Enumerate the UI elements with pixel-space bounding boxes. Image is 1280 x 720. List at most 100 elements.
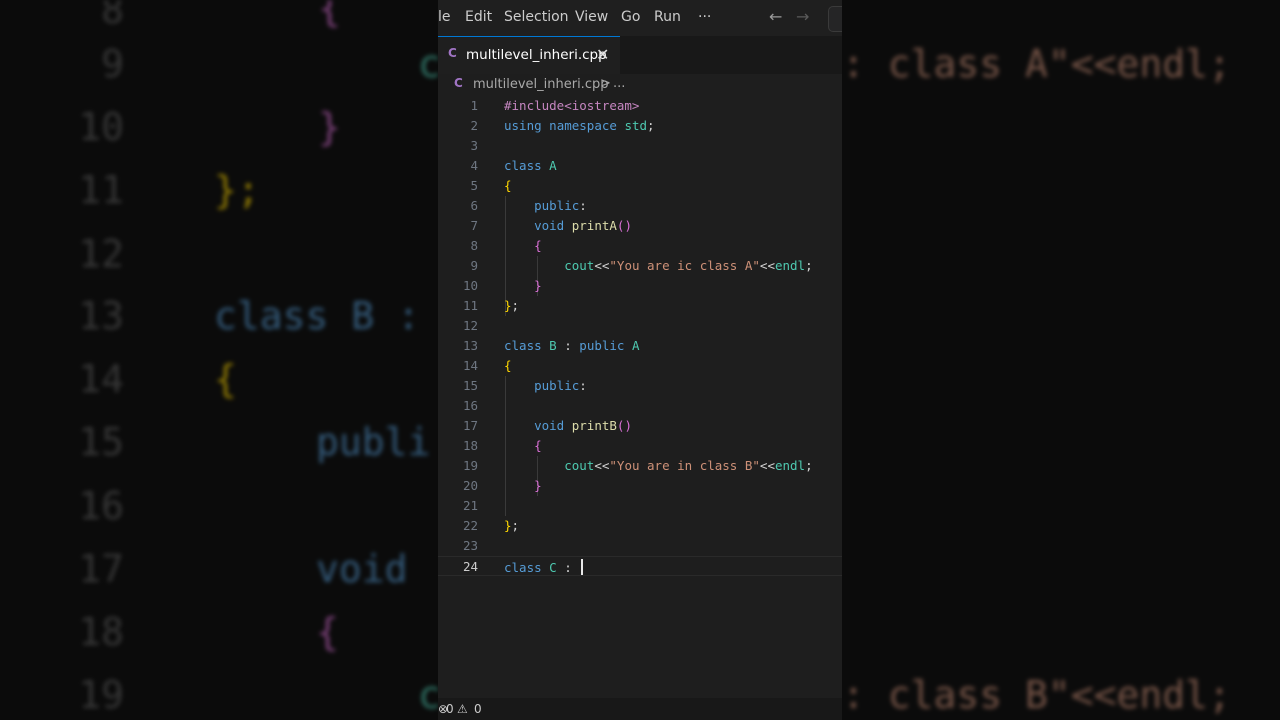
bg-line-number: 9 bbox=[101, 42, 124, 86]
bg-code-fragment: : class B"<<endl; bbox=[842, 673, 1231, 717]
back-arrow-icon[interactable]: ← bbox=[769, 7, 782, 26]
line-text[interactable]: public: bbox=[504, 378, 587, 393]
line-number: 14 bbox=[462, 358, 478, 373]
bg-line-number: 14 bbox=[78, 357, 124, 401]
menu-more[interactable]: ··· bbox=[698, 9, 711, 25]
bg-line-number: 19 bbox=[78, 673, 124, 717]
bg-line-number: 18 bbox=[78, 610, 124, 654]
breadcrumb-file[interactable]: multilevel_inheri.cpp bbox=[473, 77, 608, 92]
error-count[interactable]: 0 bbox=[446, 702, 454, 716]
code-line[interactable]: 17 void printB() bbox=[438, 416, 842, 436]
bg-code-fragment: void bbox=[316, 547, 408, 591]
line-number: 13 bbox=[462, 338, 478, 353]
code-line[interactable]: 19 cout<<"You are in class B"<<endl; bbox=[438, 456, 842, 476]
line-text[interactable]: public: bbox=[504, 198, 587, 213]
breadcrumb-more[interactable]: ... bbox=[613, 76, 625, 91]
close-icon[interactable]: ✕ bbox=[596, 45, 609, 64]
code-line[interactable]: 14 { bbox=[438, 356, 842, 376]
line-number: 24 bbox=[462, 559, 478, 574]
line-text[interactable]: }; bbox=[504, 518, 519, 533]
line-number: 4 bbox=[470, 158, 478, 173]
line-text[interactable]: { bbox=[504, 358, 512, 373]
code-line[interactable]: 21 bbox=[438, 496, 842, 516]
line-text[interactable]: class A bbox=[504, 158, 557, 173]
line-text[interactable]: { bbox=[504, 438, 542, 453]
tab-multilevel-inheri[interactable]: C multilevel_inheri.cpp ✕ bbox=[438, 36, 620, 74]
code-line[interactable]: 9 cout<<"You are ic class A"<<endl; bbox=[438, 256, 842, 276]
bg-code-fragment: : class A"<<endl; bbox=[842, 42, 1231, 86]
code-line[interactable]: 7 void printA() bbox=[438, 216, 842, 236]
code-line[interactable]: 24 class C : bbox=[438, 556, 842, 576]
line-text[interactable]: class C : bbox=[504, 559, 584, 575]
bg-code-fragment: { bbox=[318, 0, 341, 30]
line-number: 9 bbox=[470, 258, 478, 273]
menu-edit[interactable]: Edit bbox=[465, 9, 492, 25]
line-number: 6 bbox=[470, 198, 478, 213]
code-line[interactable]: 23 bbox=[438, 536, 842, 556]
line-text[interactable]: } bbox=[504, 278, 542, 293]
command-center-box[interactable] bbox=[828, 6, 842, 32]
line-text[interactable]: }; bbox=[504, 298, 519, 313]
bg-code-fragment: class B : bbox=[214, 294, 420, 338]
warning-icon[interactable]: ⚠ bbox=[457, 702, 468, 716]
line-number: 22 bbox=[462, 518, 478, 533]
line-text[interactable]: void printB() bbox=[504, 418, 632, 433]
code-line[interactable]: 5{ bbox=[438, 176, 842, 196]
bg-line-number: 11 bbox=[78, 168, 124, 212]
tab-label: multilevel_inheri.cpp bbox=[466, 47, 607, 63]
menu-file[interactable]: le bbox=[438, 9, 451, 25]
line-number: 18 bbox=[462, 438, 478, 453]
bg-code-fragment: } bbox=[318, 105, 341, 149]
code-line[interactable]: 16 bbox=[438, 396, 842, 416]
menu-go[interactable]: Go bbox=[621, 9, 640, 25]
bg-code-fragment: c bbox=[418, 42, 438, 86]
menu-view[interactable]: View bbox=[575, 9, 608, 25]
code-line[interactable]: 12 bbox=[438, 316, 842, 336]
code-line[interactable]: 4 class A bbox=[438, 156, 842, 176]
code-line[interactable]: 8 { bbox=[438, 236, 842, 256]
line-number: 2 bbox=[470, 118, 478, 133]
menu-bar: le Edit Selection View Go Run ··· ← → bbox=[438, 0, 842, 36]
line-number: 23 bbox=[462, 538, 478, 553]
code-line[interactable]: 15 public: bbox=[438, 376, 842, 396]
code-line[interactable]: 1 #include<iostream> bbox=[438, 96, 842, 116]
code-editor[interactable]: 1 #include<iostream> 2 using namespace std;… bbox=[438, 96, 842, 696]
line-text[interactable]: using namespace std; bbox=[504, 118, 655, 133]
line-text[interactable]: class B : public A bbox=[504, 338, 640, 353]
code-line[interactable]: 22}; bbox=[438, 516, 842, 536]
line-text[interactable]: cout<<"You are in class B"<<endl; bbox=[504, 458, 812, 473]
line-number: 3 bbox=[470, 138, 478, 153]
line-text[interactable]: cout<<"You are ic class A"<<endl; bbox=[504, 258, 812, 273]
line-number: 20 bbox=[462, 478, 478, 493]
bg-line-number: 13 bbox=[78, 294, 124, 338]
code-line[interactable]: 11}; bbox=[438, 296, 842, 316]
chevron-right-icon: > bbox=[600, 76, 611, 91]
text-cursor bbox=[581, 559, 584, 575]
line-number: 16 bbox=[462, 398, 478, 413]
code-line[interactable]: 3 bbox=[438, 136, 842, 156]
code-line[interactable]: 10 } bbox=[438, 276, 842, 296]
line-number: 21 bbox=[462, 498, 478, 513]
bg-code-fragment: c bbox=[418, 673, 438, 717]
line-text[interactable]: #include<iostream> bbox=[504, 98, 639, 113]
warning-count[interactable]: 0 bbox=[474, 702, 482, 716]
breadcrumb: C multilevel_inheri.cpp > ... bbox=[438, 74, 842, 96]
cpp-file-icon: C bbox=[454, 76, 463, 90]
tab-bar: C multilevel_inheri.cpp ✕ bbox=[438, 36, 842, 74]
line-text[interactable]: { bbox=[504, 238, 542, 253]
bg-code-fragment: { bbox=[214, 357, 237, 401]
code-line[interactable]: 18 { bbox=[438, 436, 842, 456]
line-text[interactable]: void printA() bbox=[504, 218, 632, 233]
line-number: 19 bbox=[462, 458, 478, 473]
cpp-file-icon: C bbox=[448, 46, 457, 60]
code-line[interactable]: 20 } bbox=[438, 476, 842, 496]
menu-run[interactable]: Run bbox=[654, 9, 681, 25]
code-line[interactable]: 13 class B : public A bbox=[438, 336, 842, 356]
line-text[interactable]: } bbox=[504, 478, 542, 493]
code-line[interactable]: 6 public: bbox=[438, 196, 842, 216]
code-line[interactable]: 2 using namespace std; bbox=[438, 116, 842, 136]
forward-arrow-icon[interactable]: → bbox=[796, 7, 809, 26]
menu-selection[interactable]: Selection bbox=[504, 9, 569, 25]
line-text[interactable]: { bbox=[504, 178, 512, 193]
line-number: 7 bbox=[470, 218, 478, 233]
